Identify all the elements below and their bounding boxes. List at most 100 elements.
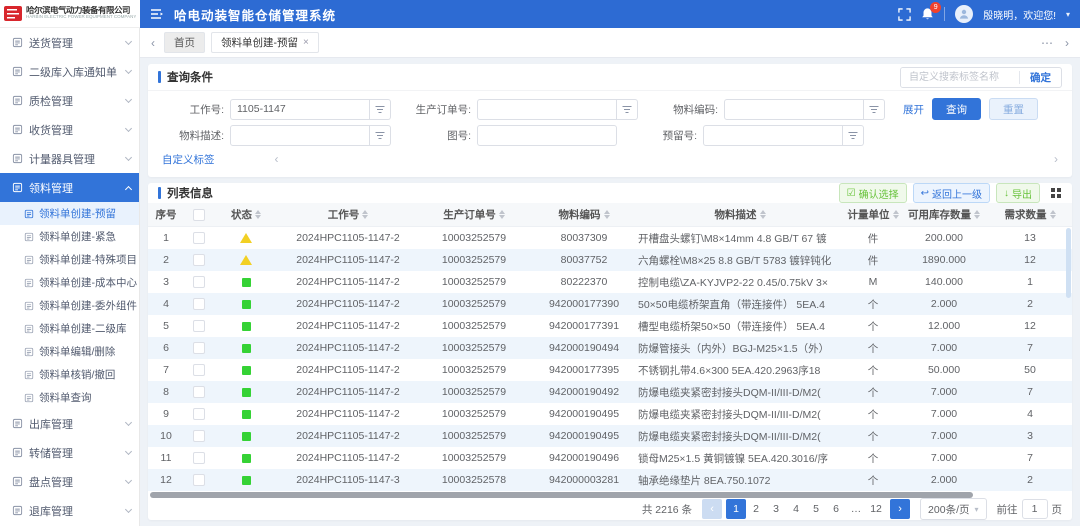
row-checkbox[interactable] bbox=[184, 425, 214, 447]
sidebar-subitem[interactable]: 领料单创建-成本中心 bbox=[0, 271, 139, 294]
row-checkbox[interactable] bbox=[193, 320, 205, 332]
tabs-more-icon[interactable]: ⋯ bbox=[1038, 36, 1056, 50]
row-checkbox[interactable] bbox=[184, 293, 214, 315]
fullscreen-icon[interactable] bbox=[898, 8, 911, 21]
row-checkbox[interactable] bbox=[184, 469, 214, 491]
column-header-工作号[interactable]: 工作号 bbox=[278, 207, 418, 222]
table-row[interactable]: 22024HPC1105-1147-21000325257980037752六角… bbox=[148, 249, 1072, 271]
row-checkbox[interactable] bbox=[193, 386, 205, 398]
vertical-scrollbar[interactable] bbox=[1066, 228, 1071, 298]
column-header-物料描述[interactable]: 物料描述 bbox=[638, 207, 846, 222]
row-checkbox[interactable] bbox=[193, 276, 205, 288]
table-row[interactable]: 92024HPC1105-1147-2100032525799420001904… bbox=[148, 403, 1072, 425]
table-row[interactable]: 112024HPC1105-1147-210003252579942000190… bbox=[148, 447, 1072, 469]
sort-icon[interactable] bbox=[893, 210, 899, 219]
row-checkbox[interactable] bbox=[193, 474, 205, 486]
table-row[interactable]: 42024HPC1105-1147-2100032525799420001773… bbox=[148, 293, 1072, 315]
sidebar-item[interactable]: 领料管理 bbox=[0, 173, 139, 202]
sort-icon[interactable] bbox=[760, 210, 766, 219]
column-header-物料编码[interactable]: 物料编码 bbox=[530, 207, 638, 222]
column-header-计量单位[interactable]: 计量单位 bbox=[846, 207, 900, 222]
图号-input[interactable] bbox=[477, 125, 617, 146]
prev-page-button[interactable]: ‹ bbox=[702, 499, 722, 519]
sidebar-item[interactable]: 计量器具管理 bbox=[0, 144, 139, 173]
sidebar-collapse-icon[interactable] bbox=[150, 8, 164, 20]
page-button-4[interactable]: 4 bbox=[786, 499, 806, 519]
row-checkbox[interactable] bbox=[193, 298, 205, 310]
next-page-button[interactable]: › bbox=[890, 499, 910, 519]
user-menu-caret-icon[interactable]: ▾ bbox=[1066, 10, 1070, 19]
tab-close-icon[interactable]: × bbox=[303, 37, 309, 48]
column-header-select[interactable] bbox=[184, 209, 214, 221]
goto-page-input[interactable] bbox=[1022, 499, 1048, 519]
confirm-select-button[interactable]: ☑ 确认选择 bbox=[839, 183, 907, 203]
tag-confirm-button[interactable]: 确定 bbox=[1020, 70, 1061, 85]
table-row[interactable]: 32024HPC1105-1147-21000325257980222370控制… bbox=[148, 271, 1072, 293]
tabs-scroll-left-icon[interactable]: ‹ bbox=[148, 36, 158, 50]
field-filter-icon[interactable] bbox=[617, 99, 638, 120]
custom-tag-link[interactable]: 自定义标签 bbox=[162, 152, 215, 167]
sort-icon[interactable] bbox=[974, 210, 980, 219]
user-greeting[interactable]: 殷晓明，欢迎您! bbox=[983, 7, 1056, 22]
user-avatar[interactable] bbox=[955, 5, 973, 23]
column-header-可用库存数量[interactable]: 可用库存数量 bbox=[900, 207, 988, 222]
sidebar-subitem[interactable]: 领料单创建-预留 bbox=[0, 202, 139, 225]
field-filter-icon[interactable] bbox=[370, 99, 391, 120]
reset-button[interactable]: 重置 bbox=[989, 98, 1038, 120]
sort-icon[interactable] bbox=[604, 210, 610, 219]
sidebar-subitem[interactable]: 领料单核销/撤回 bbox=[0, 363, 139, 386]
field-filter-icon[interactable] bbox=[370, 125, 391, 146]
sidebar-item[interactable]: 退库管理 bbox=[0, 496, 139, 525]
table-row[interactable]: 102024HPC1105-1147-210003252579942000190… bbox=[148, 425, 1072, 447]
sidebar-item[interactable]: 收货管理 bbox=[0, 115, 139, 144]
row-checkbox[interactable] bbox=[193, 254, 205, 266]
row-checkbox[interactable] bbox=[184, 315, 214, 337]
table-row[interactable]: 122024HPC1105-1147-310003252578942000003… bbox=[148, 469, 1072, 491]
tags-scroll-right-icon[interactable]: › bbox=[1050, 152, 1062, 166]
row-checkbox[interactable] bbox=[184, 381, 214, 403]
生产订单号-input[interactable] bbox=[477, 99, 617, 120]
page-button-6[interactable]: 6 bbox=[826, 499, 846, 519]
row-checkbox[interactable] bbox=[193, 452, 205, 464]
custom-tag-input[interactable] bbox=[901, 68, 1019, 87]
tabs-scroll-right-icon[interactable]: › bbox=[1062, 36, 1072, 50]
row-checkbox[interactable] bbox=[193, 364, 205, 376]
field-filter-icon[interactable] bbox=[843, 125, 864, 146]
tab-首页[interactable]: 首页 bbox=[164, 32, 205, 53]
table-row[interactable]: 82024HPC1105-1147-2100032525799420001904… bbox=[148, 381, 1072, 403]
page-size-select[interactable]: 200条/页 ▾ bbox=[920, 498, 986, 520]
column-header-生产订单号[interactable]: 生产订单号 bbox=[418, 207, 530, 222]
sidebar-item[interactable]: 质检管理 bbox=[0, 86, 139, 115]
notifications-bell-icon[interactable]: 9 bbox=[921, 7, 934, 21]
page-button-1[interactable]: 1 bbox=[726, 499, 746, 519]
sidebar-item[interactable]: 转储管理 bbox=[0, 438, 139, 467]
row-checkbox[interactable] bbox=[193, 408, 205, 420]
sidebar-subitem[interactable]: 领料单创建-二级库 bbox=[0, 317, 139, 340]
sort-icon[interactable] bbox=[1050, 210, 1056, 219]
row-checkbox[interactable] bbox=[184, 359, 214, 381]
row-checkbox[interactable] bbox=[184, 249, 214, 271]
工作号-input[interactable] bbox=[230, 99, 370, 120]
row-checkbox[interactable] bbox=[184, 447, 214, 469]
row-checkbox[interactable] bbox=[193, 430, 205, 442]
search-button[interactable]: 查询 bbox=[932, 98, 981, 120]
row-checkbox[interactable] bbox=[193, 232, 205, 244]
row-checkbox[interactable] bbox=[184, 227, 214, 249]
sidebar-item[interactable]: 出库管理 bbox=[0, 409, 139, 438]
export-button[interactable]: ↓ 导出 bbox=[996, 183, 1040, 203]
table-row[interactable]: 72024HPC1105-1147-2100032525799420001773… bbox=[148, 359, 1072, 381]
page-button-5[interactable]: 5 bbox=[806, 499, 826, 519]
column-settings-icon[interactable] bbox=[1050, 187, 1062, 199]
table-row[interactable]: 12024HPC1105-1147-21000325257980037309开槽… bbox=[148, 227, 1072, 249]
expand-link[interactable]: 展开 bbox=[903, 102, 924, 117]
tags-scroll-left-icon[interactable]: ‹ bbox=[271, 152, 283, 166]
row-checkbox[interactable] bbox=[184, 271, 214, 293]
page-button-12[interactable]: 12 bbox=[866, 499, 886, 519]
sort-icon[interactable] bbox=[362, 210, 368, 219]
page-button-3[interactable]: 3 bbox=[766, 499, 786, 519]
sidebar-subitem[interactable]: 领料单创建-委外组件 bbox=[0, 294, 139, 317]
sidebar-item[interactable]: 盘点管理 bbox=[0, 467, 139, 496]
back-up-level-button[interactable]: ↩ 返回上一级 bbox=[913, 183, 990, 203]
sidebar-subitem[interactable]: 领料单创建-紧急 bbox=[0, 225, 139, 248]
sort-icon[interactable] bbox=[499, 210, 505, 219]
